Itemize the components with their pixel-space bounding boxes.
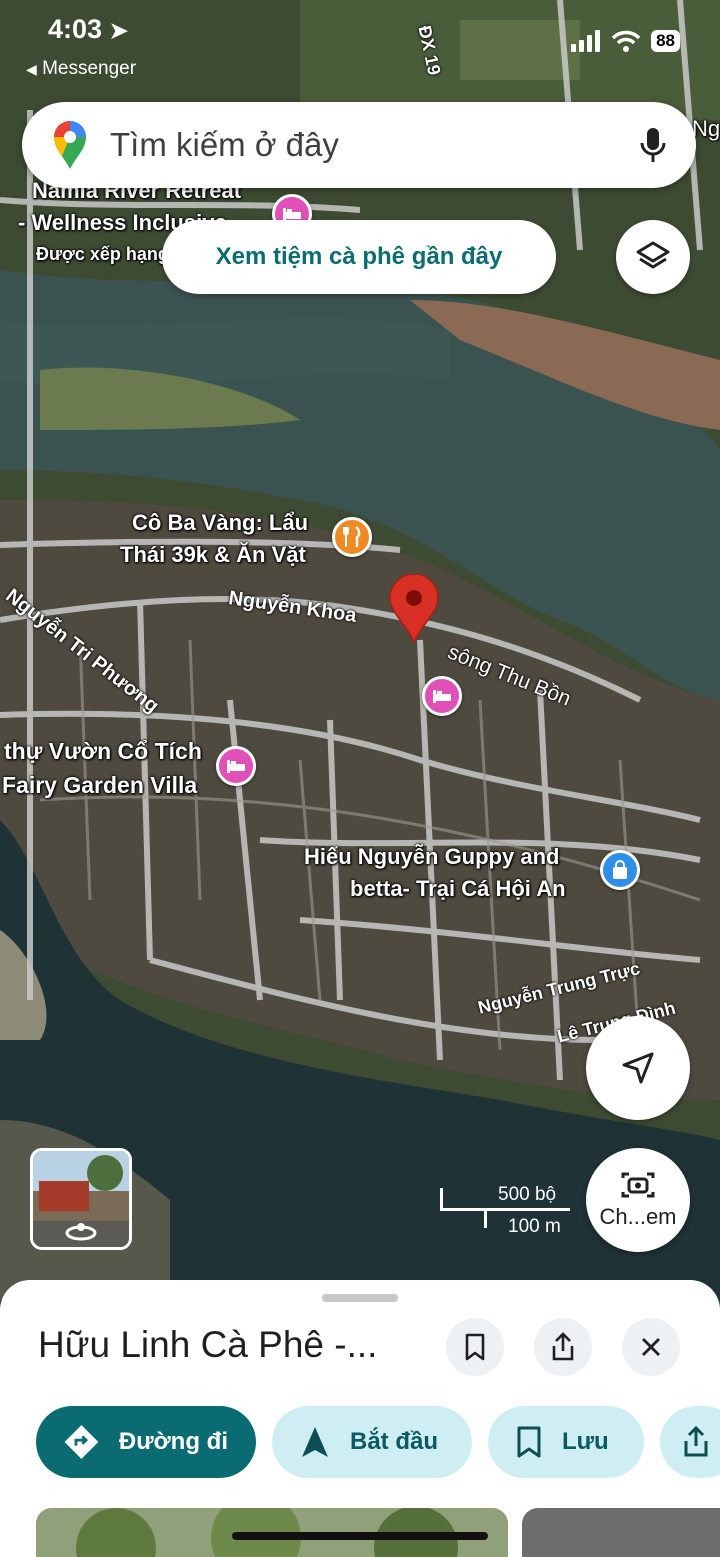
share-icon (552, 1332, 574, 1361)
status-time-text: 4:03 (48, 14, 103, 44)
search-placeholder: Tìm kiếm ở đây (110, 126, 339, 163)
directions-icon (64, 1425, 99, 1459)
wifi-icon (611, 30, 641, 52)
place-bottom-sheet[interactable]: Hữu Linh Cà Phê -... Đường đi Bắt đầu Lư… (0, 1280, 720, 1557)
share-action-button[interactable] (660, 1406, 720, 1478)
google-maps-logo-icon (54, 121, 86, 169)
map-scale: 500 bộ 100 m (440, 1182, 570, 1238)
microphone-icon[interactable] (640, 127, 666, 163)
drag-handle[interactable] (322, 1294, 398, 1302)
camera-button-label: Ch...em (599, 1204, 677, 1229)
close-icon (642, 1338, 660, 1356)
rotate-360-icon (65, 1223, 97, 1241)
share-icon (684, 1426, 708, 1457)
bookmark-button[interactable] (446, 1318, 504, 1376)
location-arrow-icon: ➤ (109, 18, 128, 43)
status-indicators: 88 (571, 30, 680, 52)
layers-button[interactable] (616, 220, 690, 294)
search-bar[interactable]: Tìm kiếm ở đây (22, 102, 696, 188)
selected-location-pin[interactable] (388, 574, 440, 644)
offscreen-place-label: Ng Re (692, 116, 720, 141)
bookmark-icon (465, 1333, 485, 1361)
my-location-button[interactable] (586, 1016, 690, 1120)
status-time: 4:03 ➤ (48, 14, 128, 45)
battery-indicator: 88 (651, 30, 680, 52)
place-label-guppy-line2[interactable]: betta- Trại Cá Hội An (350, 876, 566, 902)
bed-icon (433, 690, 451, 703)
back-triangle-icon: ◀ (26, 61, 37, 77)
back-to-app[interactable]: ◀ Messenger (26, 58, 136, 80)
directions-button[interactable]: Đường đi (36, 1406, 256, 1478)
directions-label: Đường đi (118, 1428, 228, 1455)
bed-icon (227, 760, 245, 773)
action-buttons: Đường đi Bắt đầu Lưu (36, 1406, 720, 1478)
place-label-villa[interactable]: thự Vườn Cổ Tích (4, 738, 202, 765)
cellular-signal-icon (571, 30, 601, 52)
place-label-villa-line2[interactable]: Fairy Garden Villa (2, 772, 197, 799)
layers-icon (636, 241, 670, 269)
restaurant-pin[interactable] (332, 517, 372, 557)
shopping-bag-icon (613, 860, 627, 879)
navigation-start-icon (302, 1427, 328, 1457)
shop-pin[interactable] (600, 850, 640, 890)
camera-icon (621, 1172, 655, 1198)
share-button[interactable] (534, 1318, 592, 1376)
camera-search-button[interactable]: Ch...em (586, 1148, 690, 1252)
start-button[interactable]: Bắt đầu (272, 1406, 472, 1478)
hotel-pin-villa[interactable] (216, 746, 256, 786)
close-button[interactable] (622, 1318, 680, 1376)
place-title: Hữu Linh Cà Phê -... (38, 1324, 378, 1365)
fork-knife-icon (343, 526, 361, 547)
home-indicator (232, 1532, 488, 1540)
nearby-coffee-chip[interactable]: Xem tiệm cà phê gần đây (162, 220, 556, 294)
save-label: Lưu (562, 1428, 609, 1455)
street-view-thumbnail[interactable] (30, 1148, 132, 1250)
hotel-pin-river[interactable] (422, 676, 462, 716)
place-label-coba[interactable]: Cô Ba Vàng: Lẩu (132, 510, 308, 536)
place-label-guppy[interactable]: Hiếu Nguyễn Guppy and (304, 844, 559, 870)
place-photo-2[interactable] (522, 1508, 720, 1557)
bookmark-icon (517, 1426, 541, 1458)
navigation-arrow-icon (622, 1052, 654, 1084)
start-label: Bắt đầu (350, 1428, 439, 1455)
scale-meters: 100 m (508, 1216, 561, 1237)
back-app-label: Messenger (42, 58, 137, 79)
save-button[interactable]: Lưu (488, 1406, 644, 1478)
scale-feet: 500 bộ (498, 1184, 557, 1205)
place-label-coba-line2[interactable]: Thái 39k & Ăn Vặt (120, 542, 306, 568)
place-sublabel-namia: Được xếp hạng (36, 244, 169, 264)
